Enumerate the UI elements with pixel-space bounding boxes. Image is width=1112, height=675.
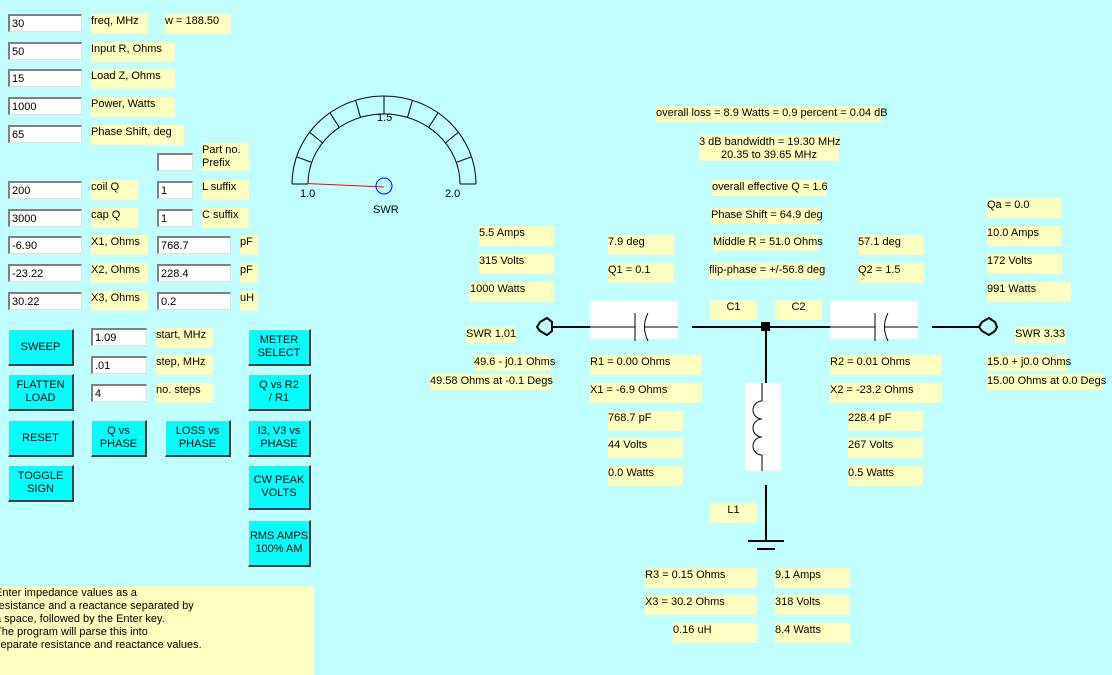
output-impedance-polar: 15.00 Ohms at 0.0 Degs [987, 374, 1106, 390]
c2-label: C2 [775, 300, 822, 320]
c1-watts: 0.0 Watts [608, 466, 683, 486]
l1-resistance: R3 = 0.15 Ohms [645, 568, 757, 588]
l1-label: L1 [710, 503, 757, 523]
c2-q: Q2 = 1.5 [858, 263, 924, 283]
l1-amps: 9.1 Amps [775, 568, 850, 588]
l1-watts: 8.4 Watts [775, 623, 850, 643]
meter-tick [407, 100, 413, 118]
input-watts: 1000 Watts [470, 282, 554, 302]
l1-volts: 318 Volts [775, 595, 850, 615]
meter-tick [456, 156, 472, 163]
c1-reactance: X1 = -6.9 Ohms [590, 383, 702, 403]
input-impedance-polar: 49.58 Ohms at -0.1 Degs [430, 374, 553, 390]
phase-shift-result: Phase Shift = 64.9 deg [711, 208, 823, 224]
meter-scale-max: 2.0 [445, 188, 460, 200]
input-amps: 5.5 Amps [479, 226, 554, 246]
junction-dot [761, 322, 770, 331]
swr-meter [291, 95, 477, 185]
meter-inner-arc [307, 113, 461, 185]
overall-loss: overall loss = 8.9 Watts = 0.9 percent =… [656, 106, 888, 122]
meter-label: SWR [373, 204, 399, 216]
l1-reactance: X3 = 30.2 Ohms [645, 595, 757, 615]
c2-volts: 267 Volts [848, 438, 923, 458]
bandwidth-range: 20.35 to 39.65 MHz [720, 149, 817, 161]
c1-q: Q1 = 0.1 [608, 263, 674, 283]
c2-capacitance: 228.4 pF [848, 411, 923, 431]
output-volts: 172 Volts [987, 254, 1062, 274]
inductor-l1 [745, 383, 781, 471]
input-swr: SWR 1.01 [466, 327, 516, 343]
c2-watts: 0.5 Watts [848, 466, 923, 486]
c2-phase: 57.1 deg [858, 235, 924, 255]
capacitor-c2 [830, 301, 918, 342]
output-watts: 991 Watts [987, 282, 1071, 302]
flip-phase: flip-phase = +/-56.8 deg [709, 263, 825, 279]
output-impedance: 15.0 + j0.0 Ohms [987, 355, 1071, 371]
c2-reactance: X2 = -23.2 Ohms [830, 383, 942, 403]
output-qa: Qa = 0.0 [987, 198, 1062, 218]
bandwidth-readout: 3 dB bandwidth = 19.30 MHz 20.35 to 39.6… [699, 135, 841, 161]
meter-tick [445, 131, 459, 144]
meter-ticks [296, 96, 472, 163]
output-swr: SWR 3.33 [1015, 327, 1065, 343]
meter-tick [428, 112, 439, 128]
input-impedance: 49.6 - j0.1 Ohms [474, 355, 555, 371]
c1-label: C1 [710, 300, 757, 320]
meter-tick [296, 156, 312, 163]
c1-phase: 7.9 deg [608, 235, 674, 255]
l1-inductance: 0.16 uH [673, 623, 757, 643]
c1-resistance: R1 = 0.00 Ohms [590, 355, 702, 375]
effective-q: overall effective Q = 1.6 [712, 180, 828, 196]
capacitor-c1 [590, 301, 678, 342]
meter-scale-min: 1.0 [300, 188, 315, 200]
meter-scale-mid: 1.5 [377, 112, 392, 124]
output-terminal [977, 316, 999, 337]
input-volts: 315 Volts [479, 254, 554, 274]
schematic-canvas: 1.0 1.5 2.0 SWR [291, 95, 999, 550]
meter-pivot [375, 177, 393, 195]
meter-tick [309, 131, 323, 144]
c2-resistance: R2 = 0.01 Ohms [830, 355, 942, 375]
meter-tick [355, 100, 361, 118]
meter-needle [306, 183, 385, 188]
input-terminal [535, 316, 553, 337]
meter-tick [329, 112, 340, 128]
c1-capacitance: 768.7 pF [608, 411, 683, 431]
c1-volts: 44 Volts [608, 438, 683, 458]
bandwidth-value: 3 dB bandwidth = 19.30 MHz [699, 136, 841, 148]
middle-r: Middle R = 51.0 Ohms [713, 235, 823, 251]
output-amps: 10.0 Amps [987, 226, 1062, 246]
